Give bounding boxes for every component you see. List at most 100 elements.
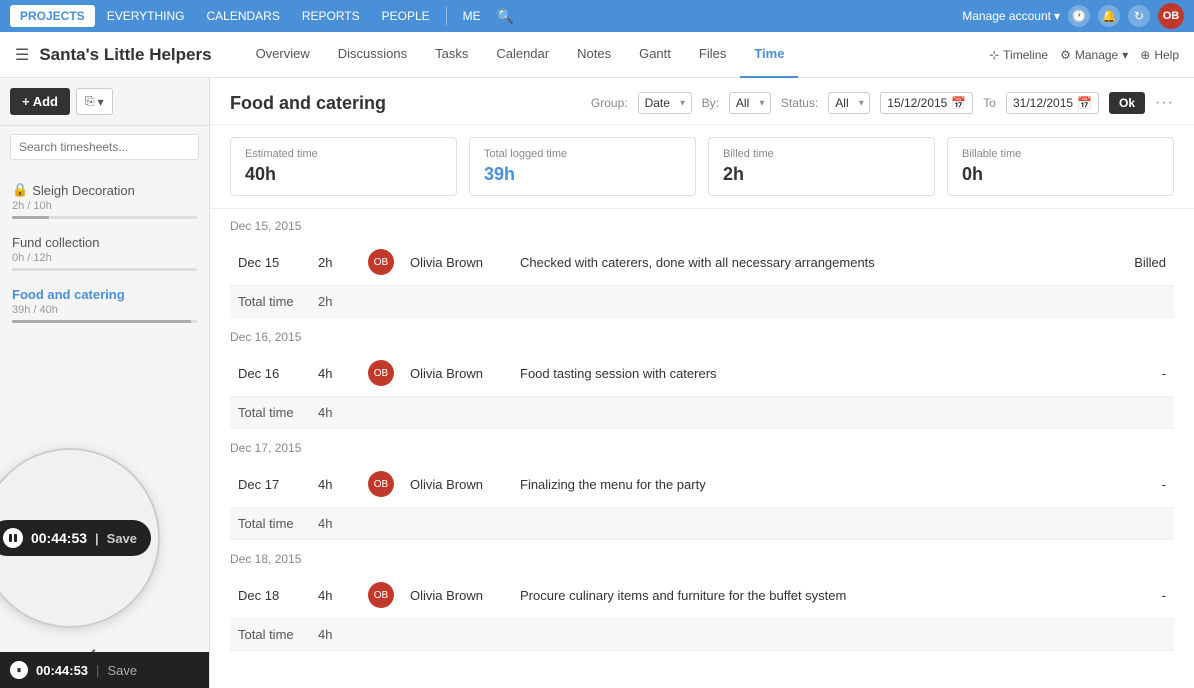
status-select[interactable]: All — [828, 92, 870, 114]
by-filter-wrap: All — [729, 92, 771, 114]
status-filter-wrap: All — [828, 92, 870, 114]
manage-account[interactable]: Manage account ▾ — [962, 9, 1060, 23]
help-button[interactable]: ⊕ Help — [1140, 48, 1179, 62]
day-header-3: Dec 18, 2015 — [230, 542, 1174, 572]
content-header: Food and catering Group: Date By: All St… — [210, 78, 1194, 125]
group-filter-wrap: Date — [638, 92, 692, 114]
table-row[interactable]: Dec 18 4h OB Olivia Brown Procure culina… — [230, 572, 1174, 619]
status-bar: 00:44:53 | Save — [0, 652, 209, 688]
total-row: Total time 4h — [230, 508, 1174, 540]
entry-table-0: Dec 15 2h OB Olivia Brown Checked with c… — [230, 239, 1174, 318]
sidebar-item-sleigh[interactable]: 🔒 Sleigh Decoration 2h / 10h — [0, 174, 209, 227]
avatar: OB — [368, 582, 394, 608]
tab-calendar[interactable]: Calendar — [482, 32, 563, 78]
table-row[interactable]: Dec 17 4h OB Olivia Brown Finalizing the… — [230, 461, 1174, 508]
nav-item-everything[interactable]: EVERYTHING — [97, 5, 195, 27]
by-select[interactable]: All — [729, 92, 771, 114]
avatar: OB — [368, 471, 394, 497]
entry-table-2: Dec 17 4h OB Olivia Brown Finalizing the… — [230, 461, 1174, 540]
content-title: Food and catering — [230, 93, 386, 114]
bell-icon[interactable]: 🔔 — [1098, 5, 1120, 27]
top-nav-right: Manage account ▾ 🕐 🔔 ↻ OB — [962, 3, 1184, 29]
day-header-2: Dec 17, 2015 — [230, 431, 1174, 461]
top-nav: PROJECTS EVERYTHING CALENDARS REPORTS PE… — [0, 0, 1194, 32]
avatar: OB — [368, 360, 394, 386]
timer-circle: 00:44:53 | Save — [0, 448, 160, 628]
group-select[interactable]: Date — [638, 92, 692, 114]
manage-icon: ⚙ — [1060, 48, 1071, 62]
tab-files[interactable]: Files — [685, 32, 740, 78]
lock-icon: 🔒 — [12, 182, 28, 198]
more-options-button[interactable]: ··· — [1155, 94, 1174, 112]
project-title: Santa's Little Helpers — [39, 45, 211, 65]
export-icon: ⎘ — [85, 94, 95, 109]
total-row: Total time 4h — [230, 619, 1174, 651]
content-area: Food and catering Group: Date By: All St… — [210, 78, 1194, 688]
sidebar-items: 🔒 Sleigh Decoration 2h / 10h Fund collec… — [0, 168, 209, 337]
export-button[interactable]: ⎘ ▾ — [76, 88, 113, 115]
entry-table-1: Dec 16 4h OB Olivia Brown Food tasting s… — [230, 350, 1174, 429]
sidebar-header: + Add ⎘ ▾ — [0, 78, 209, 126]
second-nav: ☰ Santa's Little Helpers Overview Discus… — [0, 32, 1194, 78]
search-icon[interactable]: 🔍 — [497, 8, 514, 25]
ok-button[interactable]: Ok — [1109, 92, 1145, 114]
sidebar-item-food[interactable]: Food and catering 39h / 40h — [0, 279, 209, 331]
avatar[interactable]: OB — [1158, 3, 1184, 29]
progress-bar — [12, 216, 197, 219]
nav-item-me[interactable]: ME — [453, 5, 491, 27]
avatar: OB — [368, 249, 394, 275]
stat-card-estimated: Estimated time 40h — [230, 137, 457, 196]
timer-time: 00:44:53 — [31, 530, 87, 546]
total-row: Total time 4h — [230, 397, 1174, 429]
pause-icon — [9, 534, 17, 542]
hamburger-icon[interactable]: ☰ — [15, 45, 29, 65]
nav-item-reports[interactable]: REPORTS — [292, 5, 370, 27]
pause-button[interactable] — [3, 528, 23, 548]
timer-pill: 00:44:53 | Save — [0, 520, 151, 556]
refresh-icon[interactable]: ↻ — [1128, 5, 1150, 27]
from-date-field: 15/12/2015 📅 — [880, 92, 973, 114]
progress-fill — [12, 216, 49, 219]
nav-divider — [446, 7, 447, 25]
status-bar-save[interactable]: Save — [107, 663, 137, 678]
calendar-icon[interactable]: 📅 — [951, 96, 966, 110]
search-timesheets-area — [0, 126, 209, 168]
status-bar-time: 00:44:53 — [36, 663, 88, 678]
tab-gantt[interactable]: Gantt — [625, 32, 685, 78]
manage-button[interactable]: ⚙ Manage ▾ — [1060, 48, 1128, 62]
tab-notes[interactable]: Notes — [563, 32, 625, 78]
day-header-0: Dec 15, 2015 — [230, 209, 1174, 239]
to-date-field: 31/12/2015 📅 — [1006, 92, 1099, 114]
entries-section: Dec 15, 2015 Dec 15 2h OB Olivia Brown C… — [210, 209, 1194, 651]
timer-save-label[interactable]: Save — [107, 531, 137, 546]
timeline-icon: ⊹ — [989, 48, 999, 62]
nav-item-calendars[interactable]: CALENDARS — [196, 5, 289, 27]
tab-tasks[interactable]: Tasks — [421, 32, 482, 78]
tab-discussions[interactable]: Discussions — [324, 32, 421, 78]
second-nav-right: ⊹ Timeline ⚙ Manage ▾ ⊕ Help — [989, 48, 1179, 62]
tab-overview[interactable]: Overview — [242, 32, 324, 78]
tab-time[interactable]: Time — [740, 32, 798, 78]
clock-icon[interactable]: 🕐 — [1068, 5, 1090, 27]
table-row[interactable]: Dec 15 2h OB Olivia Brown Checked with c… — [230, 239, 1174, 286]
add-button[interactable]: + Add — [10, 88, 70, 115]
sidebar-item-fund[interactable]: Fund collection 0h / 12h — [0, 227, 209, 279]
stats-row: Estimated time 40h Total logged time 39h… — [210, 125, 1194, 209]
chevron-down-icon: ▾ — [1122, 48, 1128, 62]
total-row: Total time 2h — [230, 286, 1174, 318]
filter-row: Group: Date By: All Status: All — [591, 92, 1174, 114]
main-content: + Add ⎘ ▾ 🔒 Sleigh Decoration 2h / 10h — [0, 78, 1194, 688]
stat-card-billable: Billable time 0h — [947, 137, 1174, 196]
calendar-icon-to[interactable]: 📅 — [1077, 96, 1092, 110]
progress-bar — [12, 268, 197, 271]
table-row[interactable]: Dec 16 4h OB Olivia Brown Food tasting s… — [230, 350, 1174, 397]
stat-card-billed: Billed time 2h — [708, 137, 935, 196]
nav-item-projects[interactable]: PROJECTS — [10, 5, 95, 27]
entry-table-3: Dec 18 4h OB Olivia Brown Procure culina… — [230, 572, 1174, 651]
sidebar: + Add ⎘ ▾ 🔒 Sleigh Decoration 2h / 10h — [0, 78, 210, 688]
nav-item-people[interactable]: PEOPLE — [372, 5, 440, 27]
timeline-button[interactable]: ⊹ Timeline — [989, 48, 1048, 62]
status-bar-pause[interactable] — [10, 661, 28, 679]
search-input[interactable] — [10, 134, 199, 160]
chevron-down-icon: ▾ — [1054, 9, 1060, 23]
